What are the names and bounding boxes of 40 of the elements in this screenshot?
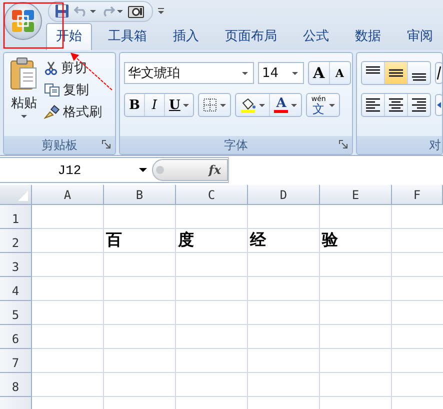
font-name-field[interactable]: 华文琥珀 (124, 62, 254, 84)
ribbon-tab[interactable]: 审阅 (397, 23, 443, 50)
row-header[interactable]: 8 (0, 373, 32, 397)
group-title: 字体 (224, 136, 248, 154)
brush-button[interactable]: 格式刷 (44, 103, 102, 121)
column-header[interactable]: E (320, 185, 392, 205)
group-title: 对 (429, 136, 441, 154)
table-cell: 验 (322, 230, 338, 251)
column-header[interactable]: A (32, 185, 104, 205)
row-header[interactable]: 7 (0, 349, 32, 373)
row-header[interactable]: 6 (0, 325, 32, 349)
row-header[interactable]: 3 (0, 253, 32, 277)
row-header[interactable]: 5 (0, 301, 32, 325)
font-size-field[interactable]: 14 (258, 62, 304, 84)
row-header[interactable]: 2 (0, 229, 32, 253)
table-cell: 百 (106, 230, 122, 251)
ribbon-tab[interactable]: 页面布局 (215, 23, 287, 50)
cut-button[interactable]: 剪切 (44, 59, 102, 77)
table-cell: 度 (178, 230, 194, 251)
table-cell: 经 (250, 230, 266, 251)
insert-function-button[interactable]: fx (208, 163, 221, 177)
column-header[interactable]: F (392, 185, 443, 205)
row-header[interactable]: 1 (0, 205, 32, 229)
group-title: 剪贴板 (42, 136, 78, 154)
ribbon-tab[interactable]: 工具箱 (98, 23, 157, 50)
column-header[interactable]: D (248, 185, 320, 205)
ribbon-tab[interactable]: 插入 (163, 23, 209, 50)
italic-button[interactable]: I (145, 94, 165, 116)
row-header[interactable]: 4 (0, 277, 32, 301)
ribbon-tab[interactable]: 公式 (293, 23, 339, 50)
grow-font-button[interactable]: A (309, 62, 330, 84)
column-header[interactable]: B (104, 185, 176, 205)
copy-button[interactable]: 复制 (44, 81, 102, 99)
font-color-button[interactable]: A (270, 94, 302, 116)
underline-button[interactable]: U (165, 94, 194, 116)
ribbon-tab[interactable]: 数据 (345, 23, 391, 50)
paste-button[interactable]: 粘贴 (8, 57, 40, 132)
column-header[interactable]: C (176, 185, 248, 205)
shrink-font-button[interactable]: A (330, 62, 350, 84)
bold-button[interactable]: B (125, 94, 145, 116)
